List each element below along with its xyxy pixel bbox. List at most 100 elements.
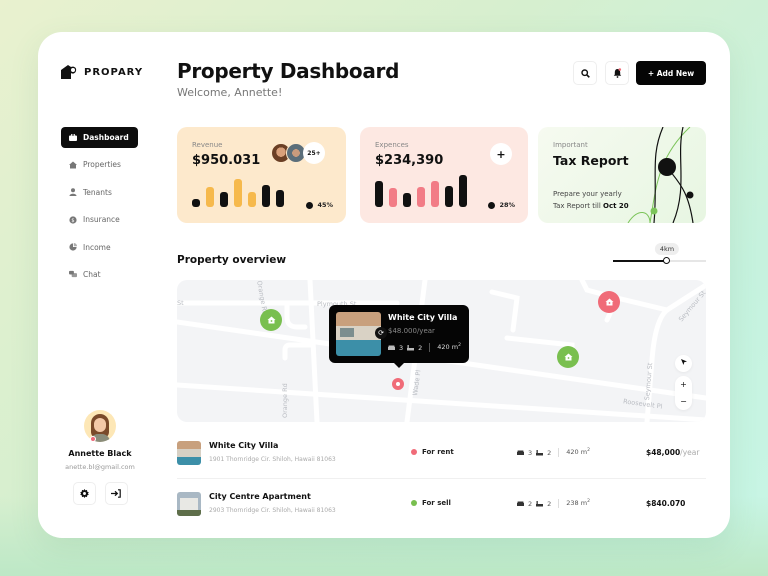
locate-button[interactable] [675, 355, 692, 372]
add-new-button[interactable]: + Add New [636, 61, 706, 85]
sidebar-item-properties[interactable]: Properties [61, 154, 138, 175]
gear-icon [79, 489, 89, 498]
sidebar-item-tenants[interactable]: Tenants [61, 182, 138, 203]
expenses-percent-value: 28% [499, 201, 515, 209]
popup-features: 3 2 420 m2 [388, 343, 461, 352]
radius-slider[interactable]: 4km [613, 243, 706, 268]
popup-title: White City Villa [388, 313, 458, 322]
slider-fill [613, 260, 667, 262]
profile-name: Annette Black [68, 449, 132, 458]
road-label: St [177, 299, 184, 307]
logo-icon [61, 65, 77, 79]
sidebar-item-dashboard[interactable]: Dashboard [61, 127, 138, 148]
tenant-avatars[interactable]: 25+ [271, 142, 325, 164]
bell-icon [613, 68, 621, 78]
bath-icon [536, 449, 544, 455]
user-profile: Annette Black anette.bl@gmail.com [60, 410, 140, 505]
property-features: 3 2 420 m2 [517, 448, 590, 457]
bath-icon [536, 500, 544, 506]
zoom-in-button[interactable]: + [680, 376, 687, 393]
trend-down-icon [488, 201, 496, 209]
list-item[interactable]: White City Villa 1901 Thornridge Cir. Sh… [177, 428, 706, 478]
chart-bar [220, 192, 228, 207]
sidebar-nav: Dashboard Properties Tenants $ Insurance… [61, 127, 138, 291]
property-list: White City Villa 1901 Thornridge Cir. Sh… [177, 428, 706, 528]
property-pin[interactable] [557, 346, 579, 368]
bed-count: 3 [528, 448, 533, 457]
shield-icon: $ [69, 216, 77, 224]
avatar[interactable] [84, 410, 116, 442]
home-icon [267, 316, 275, 324]
bath-count: 2 [547, 499, 552, 508]
section-title: Property overview [177, 254, 287, 266]
bath-icon [407, 344, 415, 350]
property-price: $48,000/year [646, 448, 700, 457]
svg-text:$: $ [71, 217, 74, 223]
briefcase-icon [69, 134, 77, 142]
tax-title: Tax Report [553, 153, 629, 168]
search-button[interactable] [573, 61, 597, 85]
bed-count: 2 [528, 499, 533, 508]
sidebar-item-label: Insurance [83, 215, 120, 225]
property-popup[interactable]: ⟳ White City Villa $48.000/year 3 2 420 … [329, 305, 469, 368]
status-dot [411, 500, 417, 506]
property-pin[interactable] [260, 309, 282, 331]
property-pin[interactable] [598, 291, 620, 313]
revenue-label: Revenue [192, 141, 223, 149]
bed-icon [517, 501, 524, 506]
home-icon [605, 298, 613, 306]
list-item[interactable]: City Centre Apartment 2903 Thornridge Ci… [177, 478, 706, 528]
chart-bar [389, 188, 397, 207]
tax-due-date: Oct 20 [603, 202, 629, 210]
pie-chart-icon [69, 243, 77, 251]
bed-count: 3 [399, 343, 404, 352]
navigation-arrow-icon [680, 359, 687, 365]
brand-logo[interactable]: PROPARY [61, 65, 143, 79]
tax-label: Important [553, 141, 588, 149]
property-price: $840.070 [646, 499, 686, 508]
user-icon [69, 188, 77, 197]
slider-handle[interactable] [663, 257, 671, 264]
status-label: For rent [422, 448, 454, 456]
tax-desc-line: Tax Report till [553, 202, 604, 210]
revenue-bar-chart [192, 175, 284, 207]
add-expense-button[interactable]: + [490, 143, 512, 165]
road-label: Orange Rd [281, 383, 289, 418]
chart-bar [459, 175, 467, 207]
sidebar-item-label: Dashboard [83, 133, 129, 142]
selected-property-pin[interactable] [392, 378, 404, 390]
expenses-bar-chart [375, 175, 467, 207]
zoom-out-button[interactable]: − [680, 393, 687, 410]
bath-count: 2 [418, 343, 423, 352]
property-title: White City Villa [209, 441, 279, 450]
notifications-button[interactable] [605, 61, 629, 85]
home-icon [564, 353, 572, 361]
chart-bar [417, 187, 425, 207]
chart-bar [262, 185, 270, 207]
home-icon [69, 161, 77, 169]
expenses-card: Expences $234,390 + 28% [360, 127, 528, 223]
more-tenants-badge[interactable]: 25+ [303, 142, 325, 164]
bath-count: 2 [547, 448, 552, 457]
area: 420 m2 [566, 448, 590, 457]
search-icon [580, 68, 590, 78]
sidebar-item-label: Income [83, 242, 111, 252]
logout-button[interactable] [104, 482, 128, 505]
sidebar-item-income[interactable]: Income [61, 237, 138, 258]
status-label: For sell [422, 499, 451, 507]
tax-report-card[interactable]: Important Tax Report Prepare your yearly… [538, 127, 706, 223]
settings-button[interactable] [72, 482, 96, 505]
chart-bar [375, 181, 383, 207]
status-dot [411, 449, 417, 455]
property-thumbnail [177, 491, 201, 516]
chart-bar [206, 187, 214, 207]
rotate-icon: ⟳ [378, 329, 384, 337]
divider [558, 448, 560, 457]
sidebar-item-insurance[interactable]: $ Insurance [61, 209, 138, 230]
view-360-button[interactable]: ⟳ [375, 327, 387, 339]
zoom-controls: + − [675, 376, 692, 410]
welcome-message: Welcome, Annette! [177, 86, 283, 99]
sidebar-item-chat[interactable]: Chat [61, 264, 138, 285]
chart-bar [248, 192, 256, 207]
property-features: 2 2 238 m2 [517, 499, 590, 508]
